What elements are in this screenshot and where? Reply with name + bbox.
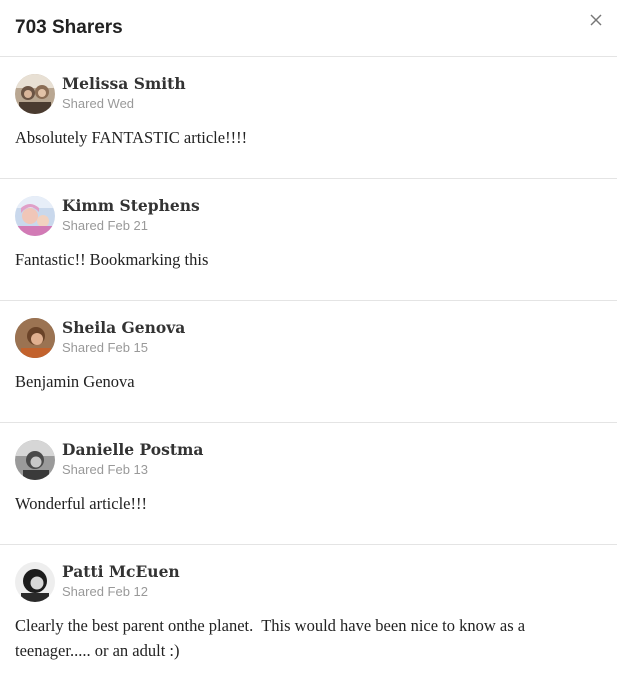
share-date: Shared Wed [62,96,135,111]
avatar[interactable] [15,318,55,358]
close-button[interactable] [585,9,607,31]
avatar[interactable] [15,196,55,236]
share-comment: Absolutely FANTASTIC article!!!! [15,128,248,147]
sharer-name[interactable]: Patti McEuen [62,563,180,581]
sharers-list: Melissa Smith Shared Wed Absolutely FANT… [0,57,617,685]
sharer-item: Sheila Genova Shared Feb 15 Benjamin Gen… [0,301,617,423]
share-comment: Clearly the best parent onthe planet. Th… [15,616,530,660]
sharer-item: Melissa Smith Shared Wed Absolutely FANT… [0,57,617,179]
share-comment: Fantastic!! Bookmarking this [15,250,209,269]
share-date: Shared Feb 15 [62,340,149,355]
avatar[interactable] [15,74,55,114]
close-icon[interactable] [590,14,602,26]
sharer-name[interactable]: Sheila Genova [62,319,185,337]
sharer-name[interactable]: Danielle Postma [62,441,203,459]
avatar[interactable] [15,562,55,602]
sharer-item: Kimm Stephens Shared Feb 21 Fantastic!! … [0,179,617,301]
share-comment: Wonderful article!!! [15,494,147,513]
sharer-name[interactable]: Kimm Stephens [62,197,200,215]
share-date: Shared Feb 21 [62,218,149,233]
share-date: Shared Feb 12 [62,584,149,599]
sharer-name[interactable]: Melissa Smith [62,75,186,93]
sharer-item: Danielle Postma Shared Feb 13 Wonderful … [0,423,617,545]
avatar[interactable] [15,440,55,480]
dialog-title: 703 Sharers [15,17,123,38]
sharer-item: Patti McEuen Shared Feb 12 Clearly the b… [0,545,617,685]
share-comment: Benjamin Genova [15,372,135,391]
share-date: Shared Feb 13 [62,462,149,477]
dialog-header: 703 Sharers [0,0,617,57]
